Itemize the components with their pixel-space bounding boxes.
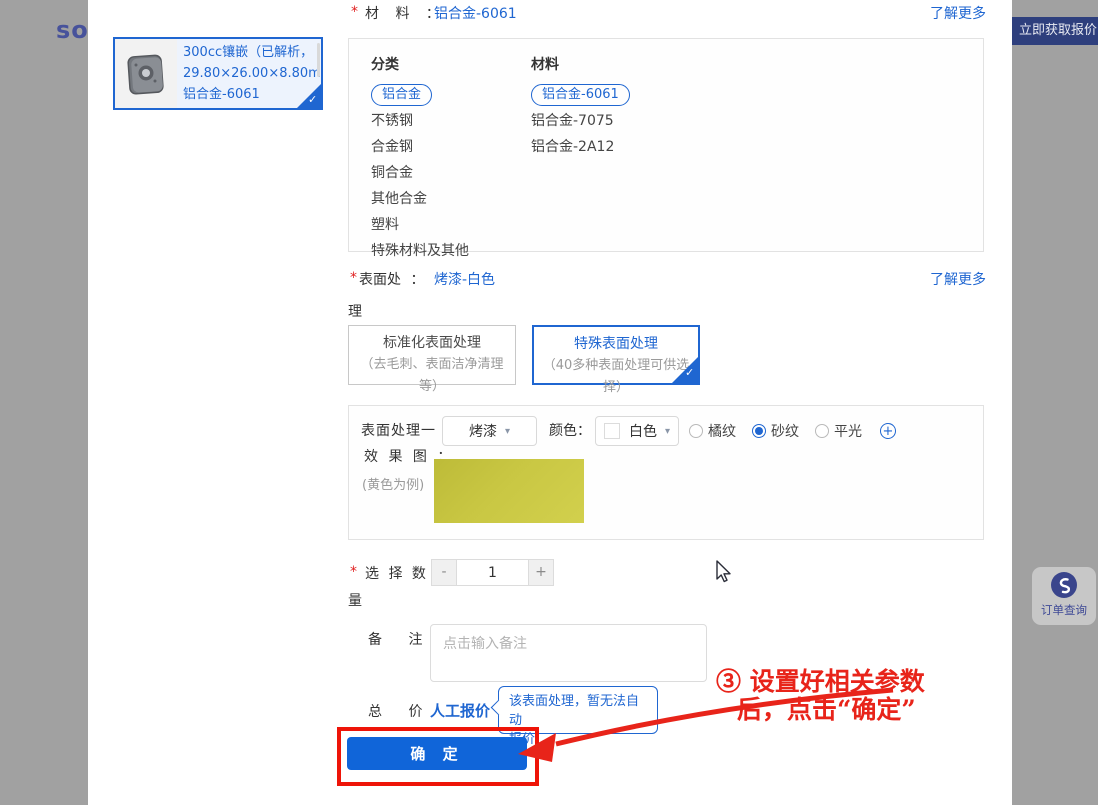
chevron-down-icon: ▾ [665, 426, 670, 437]
quantity-plus-button[interactable]: + [528, 559, 554, 586]
color-label: 颜色： [549, 416, 591, 446]
material-label: 材 料 ： [365, 3, 440, 23]
category-item[interactable]: 合金钢 [371, 134, 469, 160]
remark-input[interactable] [430, 624, 707, 682]
part-card[interactable]: 300cc镶嵌（已解析， 29.80×26.00×8.80mm 铝合金-6061… [113, 37, 323, 110]
category-item[interactable]: 特殊材料及其他 [371, 238, 469, 264]
order-query-label: 订单查询 [1032, 602, 1096, 618]
material-column-header: 材料 [531, 54, 559, 74]
finish-radio-orange-label[interactable]: 橘纹 [708, 421, 736, 441]
standard-surface-subtitle: （去毛刺、表面洁净清理等） [349, 354, 515, 398]
process-select-value: 烤漆 [469, 421, 497, 441]
category-column-header: 分类 [371, 54, 399, 74]
category-item[interactable]: 不锈钢 [371, 108, 469, 134]
category-item-selected[interactable]: 铝合金 [371, 81, 469, 108]
effect-image-note: (黄色为例) [362, 474, 424, 493]
material-panel: 分类 铝合金 不锈钢 合金钢 铜合金 其他合金 塑料 特殊材料及其他 材料 铝合… [348, 38, 984, 252]
special-surface-check-icon: ✓ [672, 357, 698, 383]
mouse-cursor [714, 560, 734, 584]
quantity-label-line2: 量 [348, 590, 362, 610]
part-3d-icon [120, 48, 172, 100]
part-selected-check-icon: ✓ [297, 84, 321, 108]
finish-radio-orange[interactable] [689, 424, 703, 438]
color-select[interactable]: 白色 ▾ [595, 416, 679, 446]
standard-surface-title: 标准化表面处理 [349, 326, 515, 354]
finish-radio-sand-label[interactable]: 砂纹 [771, 421, 799, 441]
material-item-selected[interactable]: 铝合金-6061 [531, 81, 630, 108]
quantity-input[interactable] [457, 559, 528, 586]
tooltip-text-line1: 该表面处理，暂无法自动 [509, 692, 647, 730]
color-swatch [604, 423, 620, 439]
material-value-link[interactable]: 铝合金-6061 [434, 3, 517, 23]
material-required-mark: * [351, 4, 358, 20]
part-dimensions: 29.80×26.00×8.80mm [183, 63, 319, 84]
quantity-stepper: - + [431, 559, 554, 586]
add-surface-icon[interactable]: + [880, 423, 896, 439]
color-select-value: 白色 [629, 421, 657, 441]
finish-radio-sand[interactable] [752, 424, 766, 438]
standard-surface-card[interactable]: 标准化表面处理 （去毛刺、表面洁净清理等） [348, 325, 516, 385]
order-query-widget[interactable]: 订单查询 [1032, 567, 1096, 625]
part-name: 300cc镶嵌（已解析， [183, 42, 319, 63]
surface-required-mark: * [350, 270, 357, 286]
material-item[interactable]: 铝合金-7075 [531, 108, 630, 134]
quantity-required-mark: * [350, 564, 357, 580]
surface-detail-panel: 表面处理一 ： 烤漆 ▾ 颜色： 白色 ▾ 橘纹 砂纹 平光 + 效 果 图 ：… [348, 405, 984, 540]
special-surface-card[interactable]: 特殊表面处理 （40多种表面处理可供选择） ✓ [532, 325, 700, 385]
surface-label-line2: 理 [348, 301, 362, 321]
order-query-icon [1051, 572, 1077, 598]
process-select[interactable]: 烤漆 ▾ [442, 416, 537, 446]
finish-radio-flat-label[interactable]: 平光 [834, 421, 862, 441]
finish-radio-flat[interactable] [815, 424, 829, 438]
get-quote-button[interactable]: 立即获取报价 [1012, 17, 1098, 45]
part-card-scrollbar[interactable] [317, 43, 320, 77]
effect-image [434, 459, 584, 523]
chevron-down-icon: ▾ [505, 426, 510, 437]
surface-label-line1: 表面处 ： [359, 269, 424, 289]
material-item[interactable]: 铝合金-2A12 [531, 134, 630, 160]
total-value: 人工报价 [430, 700, 490, 721]
part-thumbnail [115, 39, 177, 108]
confirm-button[interactable]: 确 定 [347, 737, 527, 770]
material-more-link[interactable]: 了解更多 [930, 3, 986, 23]
tooltip-arrow [491, 700, 507, 716]
special-surface-title: 特殊表面处理 [534, 327, 698, 355]
quantity-minus-button[interactable]: - [431, 559, 457, 586]
category-item[interactable]: 其他合金 [371, 186, 469, 212]
surface-value-link[interactable]: 烤漆-白色 [434, 269, 495, 289]
category-item[interactable]: 塑料 [371, 212, 469, 238]
category-item[interactable]: 铜合金 [371, 160, 469, 186]
surface-more-link[interactable]: 了解更多 [930, 269, 986, 289]
annotation-line2: 后，点击“确定” [737, 690, 916, 726]
